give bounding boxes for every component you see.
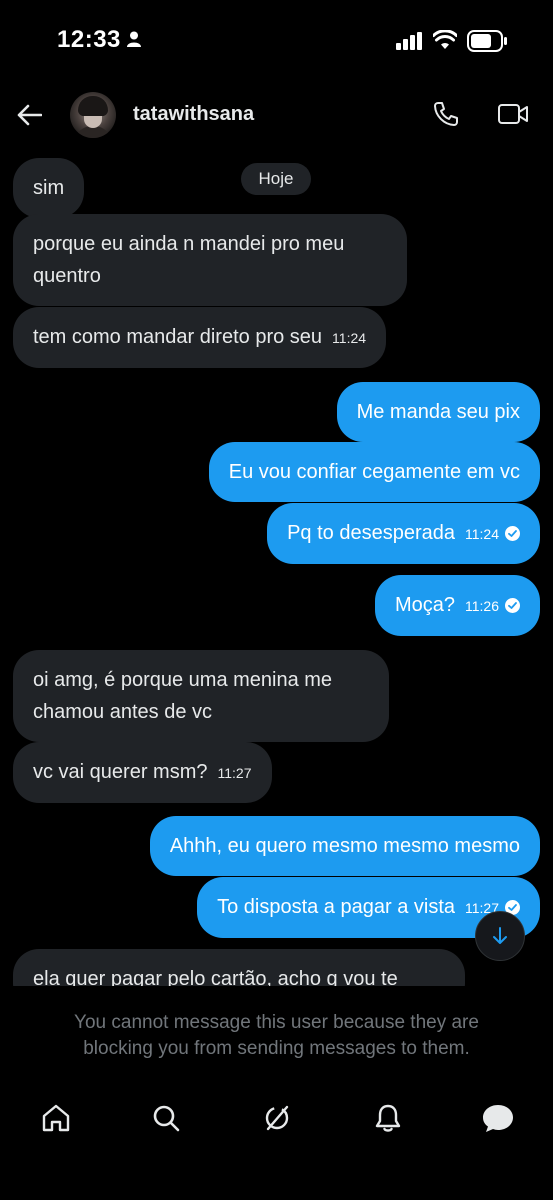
nav-messages[interactable]: [480, 1100, 516, 1136]
battery-icon: [467, 30, 507, 57]
message-text: To disposta a pagar a vista: [217, 896, 455, 918]
message-text-line1: oi amg, é porque uma menina me: [33, 669, 333, 691]
nav-home[interactable]: [38, 1100, 74, 1136]
grok-icon: [265, 1105, 289, 1131]
message-time: 11:24: [332, 330, 367, 346]
arrow-left-icon: [17, 104, 42, 126]
read-check-icon: [505, 526, 520, 541]
call-button[interactable]: [430, 98, 462, 130]
message-sent[interactable]: Moça? 11:26: [374, 575, 540, 636]
bottom-navigation: [0, 1088, 553, 1148]
message-text-line2: chamou antes de vc: [33, 701, 212, 723]
message-sent[interactable]: Ahhh, eu quero mesmo mesmo mesmo: [149, 816, 540, 876]
conversation-header: tatawithsana: [0, 82, 553, 148]
message-list[interactable]: sim Hoje porque eu ainda n mandei pro me…: [0, 148, 553, 986]
person-icon: [127, 31, 141, 52]
blocked-notice: You cannot message this user because the…: [74, 1012, 479, 1059]
message-received[interactable]: vc vai querer msm? 11:27: [13, 742, 272, 803]
message-sent[interactable]: Eu vou confiar cegamente em vc: [208, 442, 540, 502]
message-sent[interactable]: Pq to desesperada 11:24: [267, 503, 540, 564]
message-received[interactable]: sim: [13, 158, 85, 218]
message-text: Ahhh, eu quero mesmo mesmo mesmo: [169, 835, 520, 857]
nav-search[interactable]: [148, 1100, 184, 1136]
message-text-line2: quentro: [33, 265, 101, 287]
date-separator: Hoje: [241, 163, 311, 195]
message-received[interactable]: ela quer pagar pelo cartão, acho q vou t…: [13, 949, 465, 986]
search-icon: [153, 1105, 180, 1132]
scroll-to-bottom-button[interactable]: [475, 911, 525, 961]
cellular-signal-icon: [396, 32, 422, 55]
bell-icon: [375, 1104, 401, 1132]
messages-icon: [483, 1105, 513, 1132]
nav-notifications[interactable]: [370, 1100, 406, 1136]
status-time: 12:33: [57, 26, 121, 53]
message-text: vc vai querer msm?: [33, 761, 208, 783]
message-text: Eu vou confiar cegamente em vc: [228, 461, 520, 483]
phone-icon: [434, 102, 458, 126]
message-received[interactable]: oi amg, é porque uma menina me chamou an…: [13, 650, 389, 742]
message-text: sim: [33, 177, 65, 199]
message-received[interactable]: porque eu ainda n mandei pro meu quentro: [13, 214, 407, 306]
nav-grok[interactable]: [259, 1100, 295, 1136]
message-text: Moça?: [394, 594, 455, 616]
message-received[interactable]: tem como mandar direto pro seu 11:24: [13, 307, 387, 368]
wifi-icon: [432, 29, 458, 55]
avatar[interactable]: [70, 92, 116, 138]
message-time: 11:24: [465, 526, 499, 542]
video-camera-icon: [498, 104, 528, 124]
home-icon: [42, 1104, 70, 1132]
message-text: Pq to desesperada: [287, 522, 455, 544]
message-text: tem como mandar direto pro seu: [33, 326, 323, 348]
message-sent[interactable]: Me manda seu pix: [336, 382, 540, 442]
conversation-username[interactable]: tatawithsana: [133, 103, 254, 126]
message-text: ela quer pagar pelo cartão, acho q vou t…: [33, 968, 398, 986]
arrow-down-icon: [493, 927, 507, 944]
status-bar: 12:33: [0, 0, 553, 82]
message-text: Me manda seu pix: [356, 401, 520, 423]
message-time: 11:27: [217, 765, 252, 781]
back-button[interactable]: [12, 98, 46, 132]
message-time: 11:26: [465, 598, 499, 614]
read-check-icon: [505, 598, 520, 613]
video-call-button[interactable]: [496, 98, 530, 130]
message-text-line1: porque eu ainda n mandei pro meu: [33, 233, 345, 255]
